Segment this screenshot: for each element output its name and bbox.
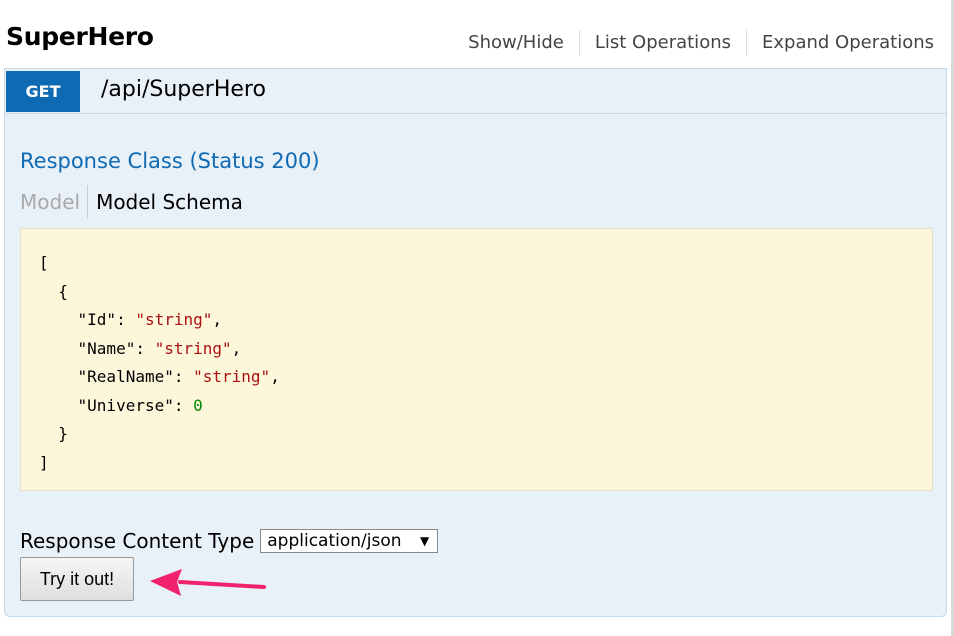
model-schema-box[interactable]: [ { "Id": "string", "Name": "string", "R… bbox=[20, 228, 933, 491]
schema-line: } bbox=[39, 424, 68, 443]
schema-key: "Id" bbox=[77, 310, 117, 329]
operation-get-superhero: GET /api/SuperHero Response Class (Statu… bbox=[4, 68, 947, 617]
resource-title[interactable]: SuperHero bbox=[6, 22, 154, 51]
annotation-arrow-icon bbox=[150, 569, 266, 596]
response-content-type-label: Response Content Type bbox=[20, 529, 255, 553]
schema-line: "Name": "string", bbox=[77, 338, 242, 358]
swagger-page: SuperHero Show/Hide List Operations Expa… bbox=[0, 0, 954, 636]
dropdown-arrow-icon: ▼ bbox=[420, 534, 430, 548]
schema-line: { bbox=[39, 281, 68, 301]
schema-key: "Universe" bbox=[77, 395, 174, 415]
schema-key: "RealName" bbox=[77, 367, 174, 386]
response-class-heading: Response Class (Status 200) bbox=[20, 149, 320, 173]
response-content-type-select[interactable]: application/json ▼ bbox=[260, 529, 439, 553]
model-schema-code: [ { "Id": "string", "Name": "string", "R… bbox=[39, 249, 932, 477]
selected-content-type: application/json bbox=[267, 531, 402, 551]
resource-actions: Show/Hide List Operations Expand Operati… bbox=[453, 30, 934, 56]
schema-value: 0 bbox=[193, 395, 203, 415]
response-content-type-row: Response Content Type application/json ▼ bbox=[20, 527, 439, 555]
expand-operations-link[interactable]: Expand Operations bbox=[747, 30, 934, 56]
schema-key: "Name" bbox=[77, 338, 136, 358]
operation-heading[interactable]: GET /api/SuperHero bbox=[5, 69, 946, 114]
schema-line: "Universe": 0 bbox=[77, 395, 203, 415]
schema-value: "string" bbox=[193, 367, 271, 386]
schema-line: ] bbox=[39, 452, 49, 472]
try-it-out-button[interactable]: Try it out! bbox=[20, 557, 134, 601]
schema-line: "RealName": "string", bbox=[77, 367, 280, 386]
http-method-badge[interactable]: GET bbox=[6, 71, 80, 112]
schema-value: "string" bbox=[154, 338, 232, 358]
resource-header: SuperHero Show/Hide List Operations Expa… bbox=[0, 0, 950, 70]
operation-path[interactable]: /api/SuperHero bbox=[101, 77, 266, 102]
tab-model-schema[interactable]: Model Schema bbox=[88, 185, 243, 219]
schema-value: "string" bbox=[135, 310, 213, 329]
tab-model[interactable]: Model bbox=[20, 185, 89, 219]
schema-line: [ bbox=[39, 253, 49, 272]
model-tabs: Model Model Schema bbox=[20, 185, 243, 219]
show-hide-link[interactable]: Show/Hide bbox=[453, 30, 580, 56]
list-operations-link[interactable]: List Operations bbox=[580, 30, 747, 56]
schema-line: "Id": "string", bbox=[77, 310, 223, 329]
